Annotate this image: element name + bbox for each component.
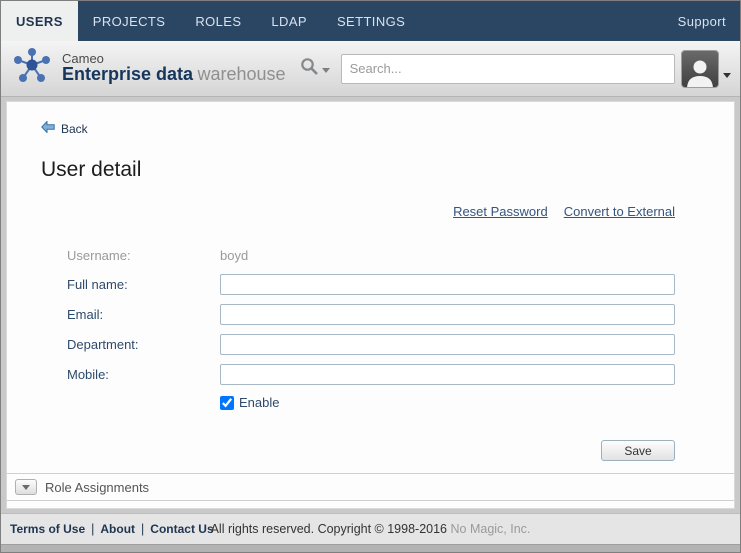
back-link[interactable]: Back — [41, 120, 101, 138]
username-label: Username: — [67, 248, 220, 263]
contact-us-link[interactable]: Contact Us — [150, 522, 213, 536]
convert-to-external-link[interactable]: Convert to External — [564, 204, 675, 219]
enable-checkbox[interactable] — [220, 396, 234, 410]
back-arrow-icon — [41, 120, 55, 138]
copyright-main: All rights reserved. Copyright © 1998-20… — [211, 522, 447, 536]
department-input[interactable] — [220, 334, 675, 355]
content-wrapper: Back User detail Reset Password Convert … — [1, 97, 740, 513]
username-value: boyd — [220, 248, 248, 263]
tab-projects-label: PROJECTS — [93, 14, 166, 29]
tab-settings[interactable]: SETTINGS — [322, 1, 420, 41]
role-assignments-toggle[interactable] — [15, 479, 37, 495]
search-scope-caret-icon[interactable] — [322, 68, 330, 73]
user-menu — [681, 50, 731, 88]
logo-line2: Enterprise data warehouse — [62, 65, 286, 85]
search-icon[interactable] — [300, 57, 319, 81]
tab-users[interactable]: USERS — [1, 1, 78, 41]
support-link[interactable]: Support — [664, 1, 740, 41]
full-name-input[interactable] — [220, 274, 675, 295]
email-row: Email: — [67, 304, 675, 325]
tab-ldap-label: LDAP — [271, 14, 307, 29]
window-bottom-strip — [1, 544, 740, 552]
search-group — [300, 54, 675, 84]
logo-bold: Enterprise data — [62, 64, 193, 84]
user-menu-caret-icon[interactable] — [723, 73, 731, 78]
reset-password-link[interactable]: Reset Password — [453, 204, 548, 219]
nav-spacer — [420, 1, 663, 41]
app-logo: Cameo Enterprise data warehouse — [10, 45, 286, 92]
footer-separator: | — [91, 522, 94, 536]
copyright-company: No Magic, Inc. — [451, 522, 531, 536]
network-logo-icon — [10, 45, 54, 92]
terms-of-use-link[interactable]: Terms of Use — [10, 522, 85, 536]
app-window: USERS PROJECTS ROLES LDAP SETTINGS Suppo… — [0, 0, 741, 553]
mobile-row: Mobile: — [67, 364, 675, 385]
person-icon — [684, 57, 716, 87]
avatar[interactable] — [681, 50, 719, 88]
full-name-row: Full name: — [67, 274, 675, 295]
chevron-down-icon — [22, 485, 30, 490]
tab-users-label: USERS — [16, 14, 63, 29]
tab-roles-label: ROLES — [195, 14, 241, 29]
role-assignments-section: Role Assignments — [7, 473, 734, 501]
username-row: Username: boyd — [67, 245, 675, 265]
save-row: Save — [67, 440, 675, 461]
enable-row: Enable — [67, 395, 675, 410]
email-input[interactable] — [220, 304, 675, 325]
footer-links: Terms of Use | About | Contact Us — [10, 522, 214, 536]
tab-ldap[interactable]: LDAP — [256, 1, 322, 41]
about-link[interactable]: About — [100, 522, 135, 536]
mobile-input[interactable] — [220, 364, 675, 385]
top-navigation: USERS PROJECTS ROLES LDAP SETTINGS Suppo… — [1, 1, 740, 41]
logo-text: Cameo Enterprise data warehouse — [62, 52, 286, 85]
user-detail-panel: Back User detail Reset Password Convert … — [6, 101, 735, 509]
user-detail-form: Username: boyd Full name: Email: Departm… — [41, 245, 675, 461]
footer-bar: Terms of Use | About | Contact Us All ri… — [1, 513, 740, 544]
email-label: Email: — [67, 307, 220, 322]
full-name-label: Full name: — [67, 277, 220, 292]
page-title: User detail — [41, 158, 700, 182]
tab-settings-label: SETTINGS — [337, 14, 405, 29]
support-label: Support — [678, 14, 726, 29]
department-row: Department: — [67, 334, 675, 355]
role-assignments-label: Role Assignments — [45, 480, 149, 495]
mobile-label: Mobile: — [67, 367, 220, 382]
logo-line1: Cameo — [62, 52, 286, 66]
enable-label: Enable — [239, 395, 279, 410]
tab-roles[interactable]: ROLES — [180, 1, 256, 41]
header-bar: Cameo Enterprise data warehouse — [1, 41, 740, 97]
action-links: Reset Password Convert to External — [41, 204, 675, 219]
logo-light: warehouse — [198, 64, 286, 84]
back-label: Back — [61, 122, 88, 136]
save-button[interactable]: Save — [601, 440, 675, 461]
tab-projects[interactable]: PROJECTS — [78, 1, 181, 41]
search-input[interactable] — [341, 54, 675, 84]
department-label: Department: — [67, 337, 220, 352]
footer-separator: | — [141, 522, 144, 536]
